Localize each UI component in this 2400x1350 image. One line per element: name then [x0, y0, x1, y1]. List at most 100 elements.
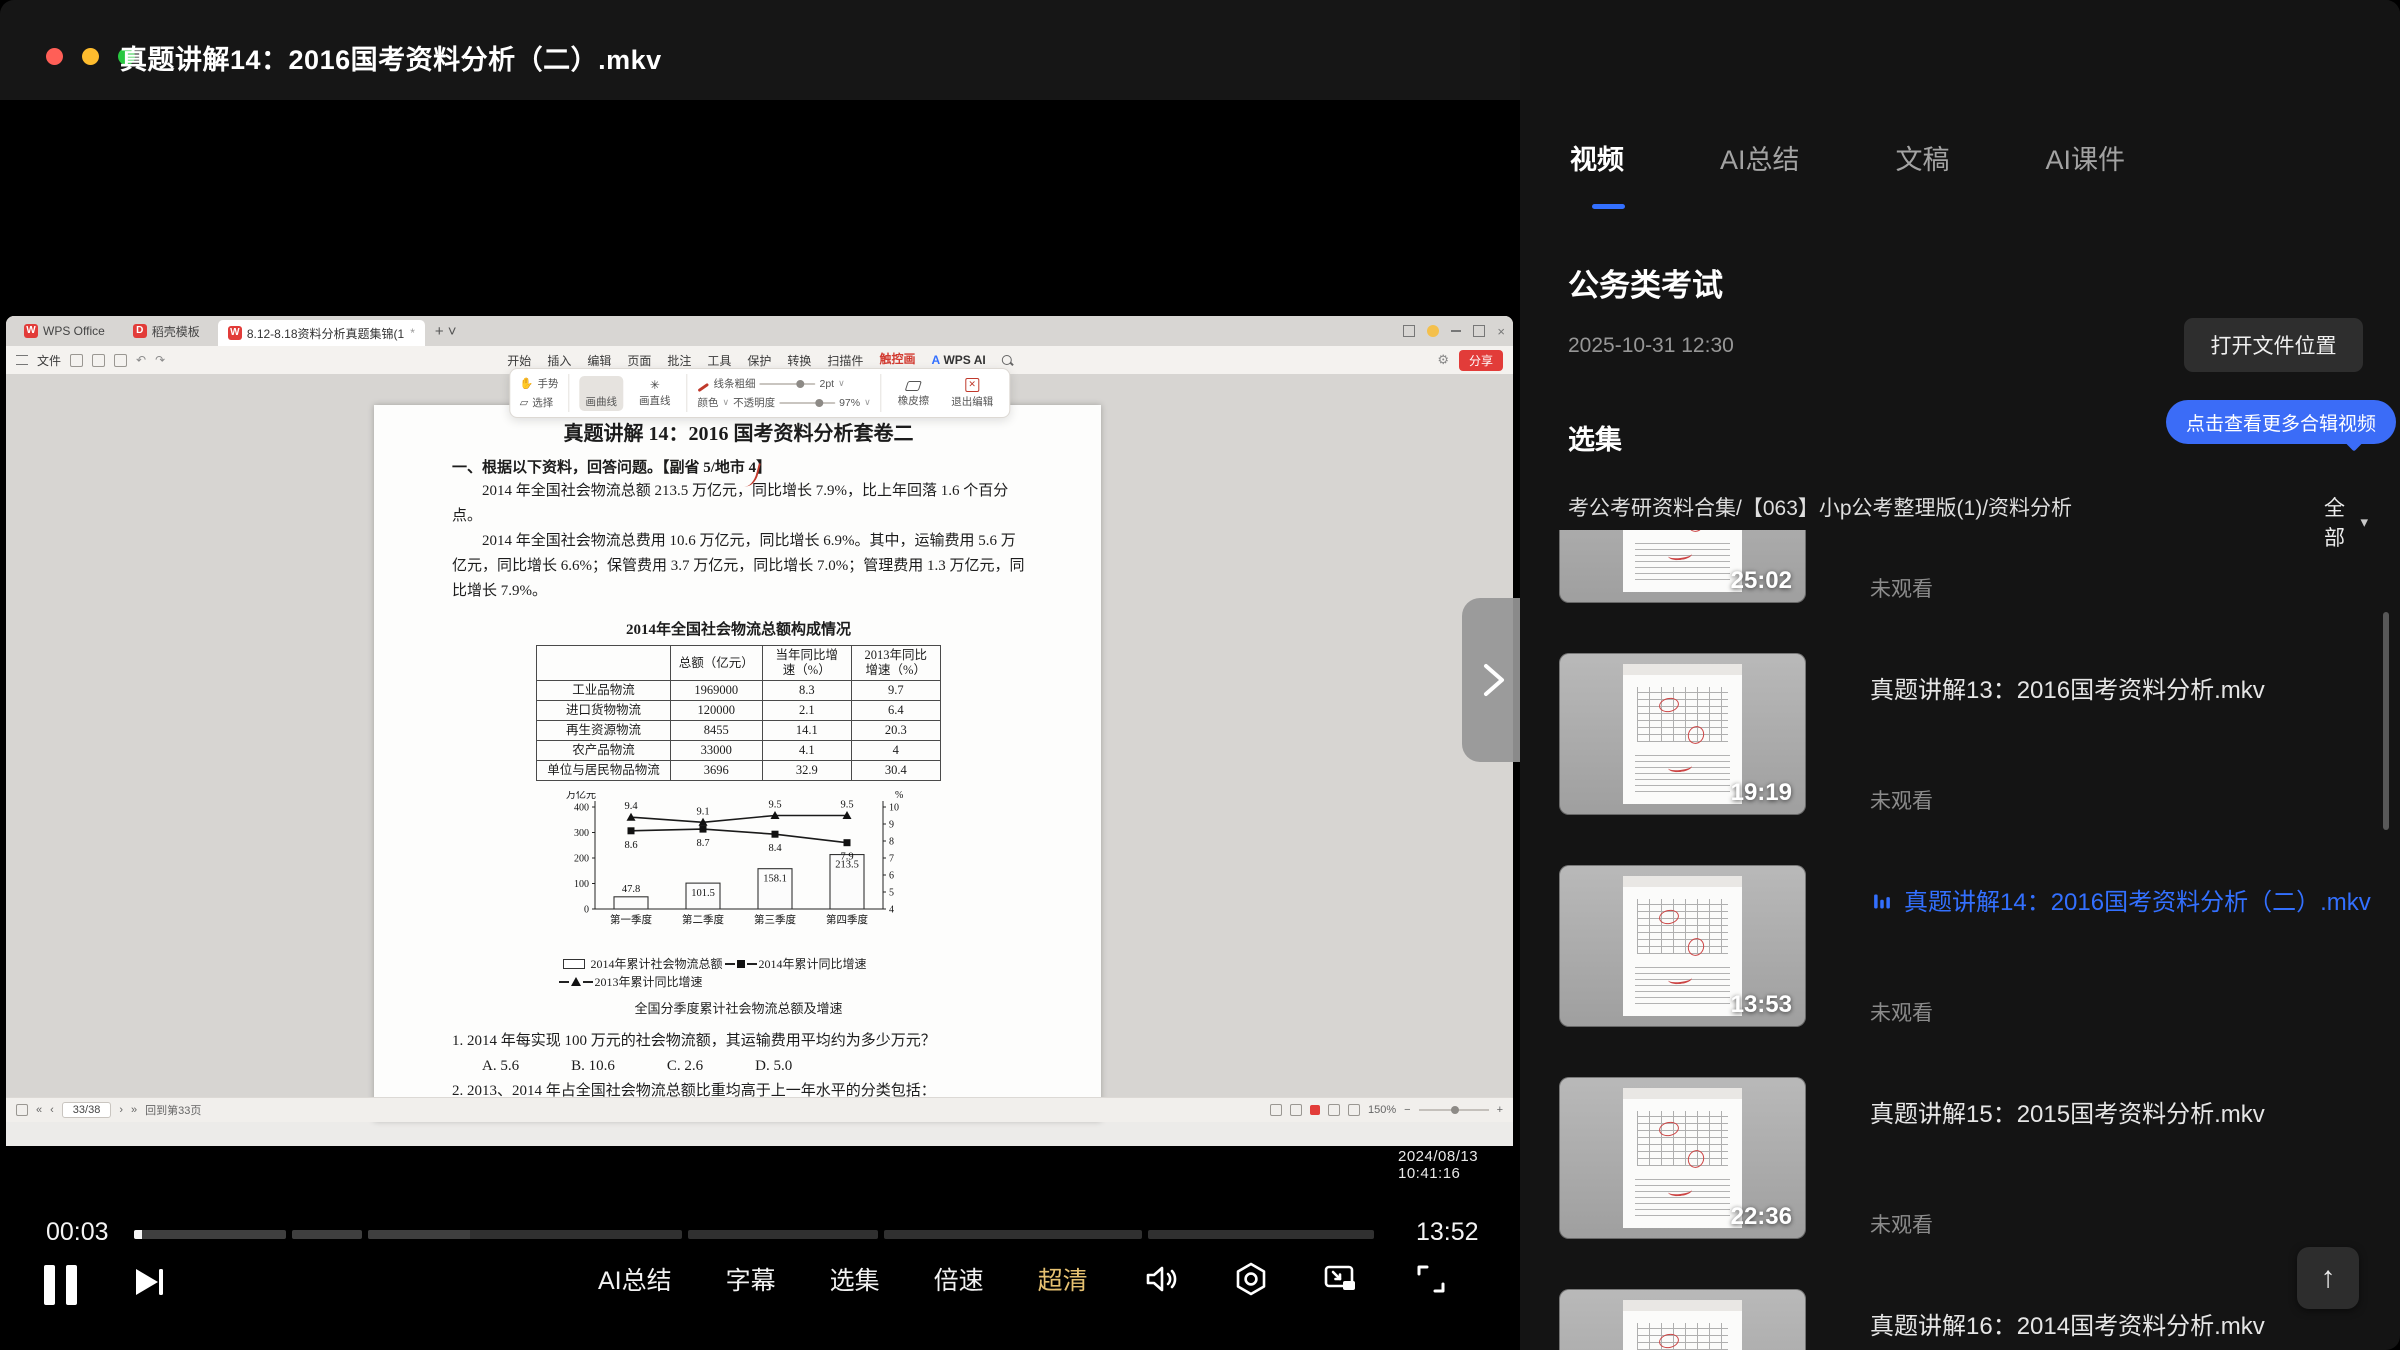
- wps-settings-icon: ⚙: [1437, 352, 1449, 367]
- open-file-location-button[interactable]: 打开文件位置: [2184, 318, 2363, 372]
- list-item[interactable]: 真题讲解16：2014国考资料分析.mkv: [1559, 1289, 2379, 1350]
- wps-redo-icon: ↷: [155, 353, 166, 367]
- episode-thumbnail[interactable]: 19:19: [1559, 653, 1806, 815]
- watch-status: 未观看: [1870, 578, 1933, 601]
- svg-text:8.4: 8.4: [768, 843, 782, 854]
- svg-text:第一季度: 第一季度: [610, 913, 652, 926]
- svg-text:10: 10: [889, 803, 899, 814]
- wps-print-icon: [114, 353, 128, 367]
- status-icon: [1269, 1104, 1282, 1116]
- document-intro: 一、根据以下资料，回答问题。【副省 5/地市 4】: [452, 460, 772, 476]
- svg-text:47.8: 47.8: [621, 884, 639, 895]
- next-episode-button[interactable]: [129, 1262, 169, 1307]
- episode-thumbnail[interactable]: 22:36: [1559, 1077, 1806, 1239]
- chevron-down-icon: ▾: [2360, 514, 2368, 531]
- episodes-button[interactable]: 选集: [830, 1261, 880, 1297]
- tab-transcript[interactable]: 文稿: [1896, 138, 1950, 177]
- status-icon: [1289, 1104, 1302, 1116]
- svg-text:101.5: 101.5: [691, 888, 715, 899]
- progress-bar[interactable]: [134, 1230, 1384, 1239]
- chart-legend: 2013年累计同比增速: [558, 973, 929, 990]
- wps-menu-item: 开始: [507, 353, 532, 368]
- list-item[interactable]: 13:53 真题讲解14：2016国考资料分析（二）.mkv 未观看: [1559, 865, 2379, 1077]
- wps-save-icon: [92, 353, 106, 367]
- episode-thumbnail[interactable]: 25:02: [1559, 530, 1806, 603]
- svg-text:第二季度: 第二季度: [682, 913, 724, 926]
- wps-ai-menu: A WPS AI: [931, 353, 986, 367]
- scroll-to-top-button[interactable]: ↑: [2297, 1247, 2359, 1309]
- episode-title[interactable]: 真题讲解15：2015国考资料分析.mkv: [1870, 1097, 2400, 1133]
- settings-icon[interactable]: [1232, 1260, 1270, 1298]
- wps-draw-toolbar: ✋ 手势 ▱ 选择 画曲线 ✳ 画直线 线条粗细 2pt ∨ 颜色 ∨ 不透明度 97% ∨ 橡皮…: [508, 368, 1011, 418]
- pen-color-icon: [697, 382, 710, 393]
- episode-title[interactable]: 真题讲解13：2016国考资料分析.mkv: [1870, 673, 2400, 709]
- episode-duration: 25:02: [1730, 567, 1792, 594]
- tab-ai-summary[interactable]: AI总结: [1720, 138, 1800, 177]
- side-panel: 视频 AI总结 文稿 AI课件 公务类考试 2025-10-31 12:30 打开文件…: [1520, 0, 2400, 1350]
- tab-ai-courseware[interactable]: AI课件: [2046, 138, 2126, 177]
- episode-duration: 13:53: [1730, 991, 1792, 1018]
- status-icon: [1327, 1104, 1340, 1116]
- ai-summary-button[interactable]: AI总结: [598, 1261, 672, 1297]
- chart-caption: 全国分季度累计社会物流总额及增速: [634, 1001, 843, 1016]
- list-item[interactable]: 19:19 真题讲解13：2016国考资料分析.mkv 未观看: [1559, 653, 2379, 865]
- svg-text:400: 400: [574, 803, 589, 814]
- active-tab-underline: [1592, 204, 1625, 209]
- document-paragraph: 2014 年全国社会物流总额 213.5 万亿元，同比增长 7.9%，比上年回落…: [452, 483, 1009, 524]
- wps-search-icon: [1001, 355, 1012, 365]
- volume-icon[interactable]: [1142, 1260, 1180, 1298]
- collection-title: 公务类考试: [1568, 268, 1723, 303]
- wps-avatar: [1427, 325, 1440, 337]
- question-options: A. 5.6 B. 10.6 C. 2.6 D. 5.0: [482, 1058, 793, 1074]
- episode-thumbnail[interactable]: 13:53: [1559, 865, 1806, 1027]
- svg-text:第四季度: 第四季度: [826, 913, 868, 926]
- playlist-path[interactable]: 考公考研资料合集/【063】小p公考整理版(1)/资料分析: [1568, 492, 2268, 522]
- svg-text:6: 6: [889, 871, 894, 882]
- document-title: 真题讲解 14：2016 国考资料分析套卷二: [563, 423, 914, 445]
- watch-status: 未观看: [1870, 1002, 1933, 1025]
- svg-text:158.1: 158.1: [763, 874, 787, 885]
- logistics-table: 总额（亿元） 当年同比增速（%） 2013年同比增速（%） 工业品物流 1969000 8…: [536, 645, 941, 781]
- chevron-right-icon: [1484, 664, 1504, 696]
- wps-menu-item: 插入: [547, 353, 572, 368]
- svg-text:9.5: 9.5: [768, 800, 781, 811]
- list-item[interactable]: 25:02 未观看: [1559, 530, 2379, 653]
- wps-menu-item: 编辑: [587, 353, 612, 368]
- panel-scrollbar[interactable]: [2383, 612, 2389, 830]
- svg-text:9.1: 9.1: [696, 806, 709, 817]
- episode-title[interactable]: 真题讲解16：2014国考资料分析.mkv: [1870, 1309, 2400, 1345]
- episode-duration: 22:36: [1730, 1203, 1792, 1230]
- progress-played: [134, 1230, 142, 1239]
- svg-text:万亿元: 万亿元: [566, 791, 596, 801]
- wps-menu-item: 页面: [627, 353, 652, 368]
- episode-title[interactable]: 真题讲解14：2016国考资料分析（二）.mkv: [1870, 885, 2400, 921]
- chart-legend: 2014年累计社会物流总额 2014年累计同比增速: [562, 955, 929, 972]
- wps-app-tab: W WPS Office: [14, 319, 115, 343]
- minimize-traffic-light[interactable]: [82, 48, 99, 65]
- speed-button[interactable]: 倍速: [934, 1261, 984, 1297]
- svg-text:7.9: 7.9: [840, 852, 853, 863]
- wps-hamburger-icon: [16, 355, 28, 365]
- close-traffic-light[interactable]: [46, 48, 63, 65]
- fullscreen-icon[interactable]: [1412, 1260, 1450, 1298]
- subtitles-button[interactable]: 字幕: [726, 1261, 776, 1297]
- quality-button[interactable]: 超清: [1038, 1261, 1088, 1297]
- draw-curve-tool: 画曲线: [579, 375, 623, 411]
- svg-text:7: 7: [889, 854, 894, 865]
- more-videos-tooltip[interactable]: 点击查看更多合辑视频: [2165, 400, 2396, 444]
- video-area[interactable]: W WPS Office D 稻壳模板 W 8.12-8.18资料分析真题集锦(1 * …: [0, 100, 1532, 1350]
- progress-buffered: [368, 1230, 470, 1239]
- pause-button[interactable]: [44, 1264, 77, 1305]
- episode-list: 25:02 未观看 19:19 真题讲解13：2016国考资料分析.mkv 未观看 13:…: [1520, 530, 2400, 1350]
- wps-menu-item: 扫描件: [827, 353, 864, 368]
- list-item[interactable]: 22:36 真题讲解15：2015国考资料分析.mkv 未观看: [1559, 1077, 2379, 1289]
- wps-new-tab-icon: + ˅: [434, 322, 457, 340]
- back-to-page-label: 回到第33页: [145, 1105, 202, 1117]
- episode-thumbnail[interactable]: [1559, 1289, 1806, 1350]
- svg-text:4: 4: [889, 905, 894, 916]
- wps-menu-item: 工具: [707, 353, 732, 368]
- tab-video[interactable]: 视频: [1570, 138, 1624, 177]
- svg-text:%: %: [895, 791, 903, 801]
- table-row: 进口货物物流 120000 2.1 6.4: [536, 700, 941, 721]
- picture-in-picture-icon[interactable]: [1322, 1260, 1360, 1298]
